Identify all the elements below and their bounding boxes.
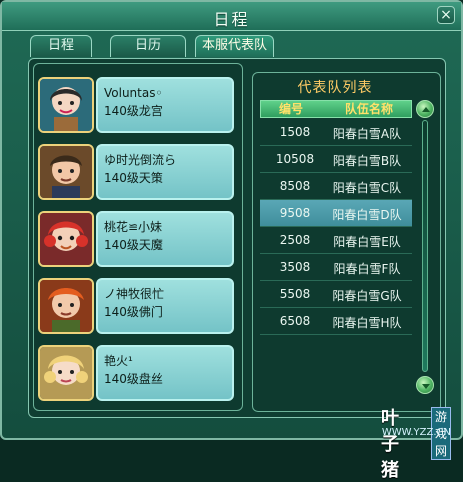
team-id: 9508 — [279, 206, 311, 220]
member-card[interactable]: 艳火¹ 140级盘丝 — [38, 345, 238, 401]
window-title: 日程 — [213, 10, 250, 29]
member-card[interactable]: Voluntas◦ 140级龙宫 — [38, 77, 238, 133]
avatar-girl-red-hair-icon — [38, 211, 94, 267]
member-info: 艳火¹ 140级盘丝 — [96, 345, 234, 401]
member-name: ゆ时光倒流ら — [104, 153, 177, 167]
title-bar[interactable]: 日程 × — [2, 2, 461, 31]
member-level: 140级龙宫 — [104, 104, 163, 118]
member-level: 140级天策 — [104, 171, 163, 185]
scroll-up-button[interactable] — [416, 100, 434, 118]
member-name: Voluntas◦ — [104, 86, 163, 100]
schedule-window: 日程 × 日程 日历 本服代表队 Voluntas◦ 140级龙宫 ゆ时光倒流ら… — [0, 0, 463, 481]
table-row-selected[interactable]: 9508 阳春白雪D队 — [260, 200, 412, 227]
team-name: 阳春白雪A队 — [332, 127, 402, 141]
team-name: 阳春白雪B队 — [332, 154, 402, 168]
member-name: 桃花≌小妹 — [104, 220, 163, 234]
tab-schedule[interactable]: 日程 — [30, 35, 92, 57]
team-name: 阳春白雪C队 — [332, 181, 402, 195]
scroll-down-button[interactable] — [416, 376, 434, 394]
team-list-title: 代表队列表 — [297, 80, 373, 96]
header-id: 编号 — [279, 102, 304, 116]
team-id: 5508 — [279, 287, 311, 301]
table-row[interactable]: 10508 阳春白雪B队 — [260, 146, 412, 173]
team-name: 阳春白雪E队 — [333, 235, 401, 249]
team-table-header: 编号 队伍名称 — [260, 100, 412, 118]
table-row[interactable]: 5508 阳春白雪G队 — [260, 281, 412, 308]
team-name: 阳春白雪D队 — [332, 208, 402, 222]
avatar-boy-orange-hair-icon — [38, 278, 94, 334]
avatar-boy-brown-hair-icon — [38, 144, 94, 200]
team-id: 3508 — [279, 260, 311, 274]
table-row[interactable]: 6508 阳春白雪H队 — [260, 308, 412, 335]
table-row[interactable]: 3508 阳春白雪F队 — [260, 254, 412, 281]
chevron-down-icon — [422, 384, 430, 389]
table-row[interactable]: 1508 阳春白雪A队 — [260, 119, 412, 146]
member-level: 140级佛门 — [104, 305, 163, 319]
member-name: 艳火¹ — [104, 354, 133, 368]
team-id: 10508 — [275, 152, 315, 166]
tab-calendar[interactable]: 日历 — [110, 35, 186, 57]
member-name: ノ神牧很忙 — [104, 287, 165, 301]
scroll-track[interactable] — [422, 120, 428, 372]
member-info: 桃花≌小妹 140级天魔 — [96, 211, 234, 267]
member-level: 140级天魔 — [104, 238, 163, 252]
watermark-brand: 叶子猪 — [381, 408, 399, 481]
table-row[interactable]: 8508 阳春白雪C队 — [260, 173, 412, 200]
member-level: 140级盘丝 — [104, 372, 163, 386]
team-name: 阳春白雪F队 — [333, 262, 401, 276]
tab-server-team[interactable]: 本服代表队 — [195, 35, 274, 57]
team-name: 阳春白雪G队 — [332, 289, 402, 303]
close-button[interactable]: × — [437, 6, 455, 24]
member-card[interactable]: ゆ时光倒流ら 140级天策 — [38, 144, 238, 200]
member-card[interactable]: 桃花≌小妹 140级天魔 — [38, 211, 238, 267]
avatar-girl-dark-hair-icon — [38, 77, 94, 133]
header-team-name: 队伍名称 — [345, 102, 394, 116]
avatar-girl-blonde-hair-icon — [38, 345, 94, 401]
team-id: 1508 — [279, 125, 311, 139]
team-list-scrollbar[interactable] — [416, 100, 434, 394]
table-row[interactable]: 2508 阳春白雪E队 — [260, 227, 412, 254]
member-info: ゆ时光倒流ら 140级天策 — [96, 144, 234, 200]
member-card[interactable]: ノ神牧很忙 140级佛门 — [38, 278, 238, 334]
member-info: Voluntas◦ 140级龙宫 — [96, 77, 234, 133]
team-id: 6508 — [279, 314, 311, 328]
chevron-up-icon — [422, 107, 430, 112]
team-name: 阳春白雪H队 — [332, 316, 402, 330]
member-info: ノ神牧很忙 140级佛门 — [96, 278, 234, 334]
team-id: 2508 — [279, 233, 311, 247]
team-id: 8508 — [279, 179, 311, 193]
watermark-url: WWW.YZZ.CN — [381, 427, 451, 438]
